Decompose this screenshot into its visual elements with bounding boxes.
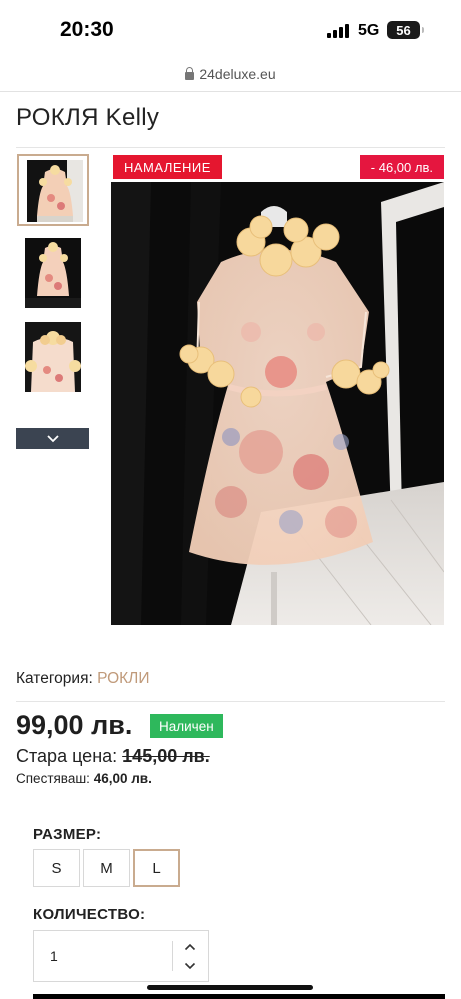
battery-icon: 56: [387, 21, 424, 39]
thumbnail-1[interactable]: [17, 154, 89, 226]
thumbnail-image: [25, 238, 81, 308]
address-bar[interactable]: 24deluxe.eu: [0, 58, 461, 90]
chevron-up-icon: [184, 943, 196, 951]
url-text: 24deluxe.eu: [199, 66, 276, 82]
product-category: Категория: РОКЛИ: [16, 670, 150, 688]
old-price-label: Стара цена:: [16, 746, 118, 766]
old-price: Стара цена: 145,00 лв.: [16, 746, 210, 767]
category-label: Категория:: [16, 670, 93, 687]
lock-icon: [185, 66, 195, 80]
quantity-stepper: [33, 930, 209, 982]
quantity-increase-button[interactable]: [179, 940, 201, 954]
signal-icon: [327, 24, 349, 38]
savings-value: 46,00 лв.: [93, 771, 152, 786]
chevron-down-icon: [46, 435, 59, 443]
battery-level: 56: [396, 22, 411, 38]
discount-badge: - 46,00 лв.: [359, 155, 444, 179]
divider: [16, 701, 445, 702]
divider: [0, 91, 461, 92]
stock-badge: Наличен: [150, 714, 223, 738]
savings-label: Спестяваш:: [16, 771, 90, 786]
size-option-l[interactable]: L: [133, 849, 180, 887]
category-link[interactable]: РОКЛИ: [97, 670, 149, 687]
quantity-label: КОЛИЧЕСТВО:: [33, 906, 146, 923]
divider: [172, 941, 173, 971]
old-price-value: 145,00 лв.: [122, 746, 210, 766]
sale-badge: НАМАЛЕНИЕ: [113, 155, 222, 179]
thumbnail-2[interactable]: [17, 234, 89, 310]
product-price: 99,00 лв.: [16, 710, 133, 740]
status-bar: 20:30 5G 56: [0, 0, 461, 56]
status-time: 20:30: [60, 18, 114, 41]
thumbnail-image: [27, 160, 83, 222]
size-option-m[interactable]: M: [83, 849, 130, 887]
thumbnail-image: [25, 322, 81, 392]
size-option-s[interactable]: S: [33, 849, 80, 887]
add-to-cart-button[interactable]: [33, 994, 445, 999]
size-label: РАЗМЕР:: [33, 826, 102, 843]
home-indicator[interactable]: [147, 985, 313, 990]
network-type: 5G: [358, 22, 380, 39]
chevron-down-icon: [184, 962, 196, 970]
thumbnail-3[interactable]: [17, 318, 89, 394]
quantity-input[interactable]: [34, 931, 172, 981]
thumbnail-scroll-down-button[interactable]: [16, 428, 89, 449]
divider: [16, 147, 445, 148]
quantity-decrease-button[interactable]: [179, 959, 201, 973]
main-product-image[interactable]: [111, 182, 444, 625]
savings: Спестяваш: 46,00 лв.: [16, 771, 152, 786]
product-title: РОКЛЯ Kelly: [16, 104, 160, 131]
